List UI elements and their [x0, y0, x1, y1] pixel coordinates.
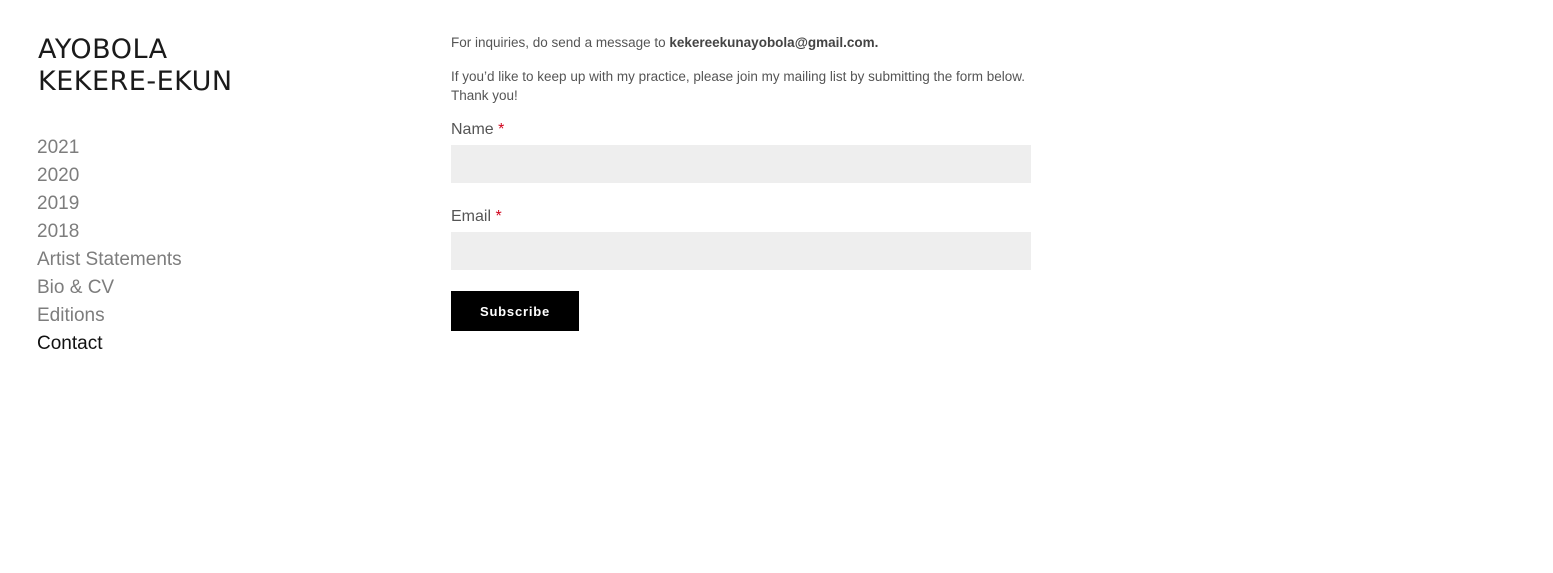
main-nav: 2021 2020 2019 2018 Artist Statements Bi…: [37, 134, 182, 358]
nav-item-2021[interactable]: 2021: [37, 134, 182, 162]
email-label: Email *: [451, 207, 1031, 227]
name-input[interactable]: [451, 145, 1031, 183]
contact-section: For inquiries, do send a message to keke…: [451, 33, 1031, 331]
nav-item-contact[interactable]: Contact: [37, 330, 182, 358]
name-label: Name *: [451, 120, 1031, 140]
nav-item-artist-statements[interactable]: Artist Statements: [37, 246, 182, 274]
mailing-list-text: If you’d like to keep up with my practic…: [451, 67, 1031, 105]
logo-line-2: KEKERE-EKUN: [38, 66, 233, 97]
name-field-group: Name *: [451, 120, 1031, 183]
name-label-text: Name: [451, 121, 494, 138]
inquiry-text: For inquiries, do send a message to keke…: [451, 33, 1031, 52]
email-input[interactable]: [451, 232, 1031, 270]
email-label-text: Email: [451, 208, 492, 225]
nav-item-2019[interactable]: 2019: [37, 190, 182, 218]
site-logo[interactable]: AYOBOLA KEKERE-EKUN: [38, 34, 233, 98]
nav-item-editions[interactable]: Editions: [37, 302, 182, 330]
name-required-mark: *: [498, 121, 505, 138]
inquiry-prefix: For inquiries, do send a message to: [451, 35, 670, 50]
mailing-line-1: If you’d like to keep up with my practic…: [451, 69, 1026, 84]
nav-item-2018[interactable]: 2018: [37, 218, 182, 246]
nav-item-bio-cv[interactable]: Bio & CV: [37, 274, 182, 302]
subscribe-form: Name * Email * Subscribe: [451, 120, 1031, 331]
nav-item-2020[interactable]: 2020: [37, 162, 182, 190]
subscribe-button[interactable]: Subscribe: [451, 291, 579, 331]
email-required-mark: *: [495, 208, 502, 225]
email-field-group: Email *: [451, 207, 1031, 270]
contact-email: kekereekunayobola@gmail.com.: [669, 35, 879, 50]
logo-line-1: AYOBOLA: [38, 34, 168, 65]
mailing-line-2: Thank you!: [451, 88, 518, 103]
